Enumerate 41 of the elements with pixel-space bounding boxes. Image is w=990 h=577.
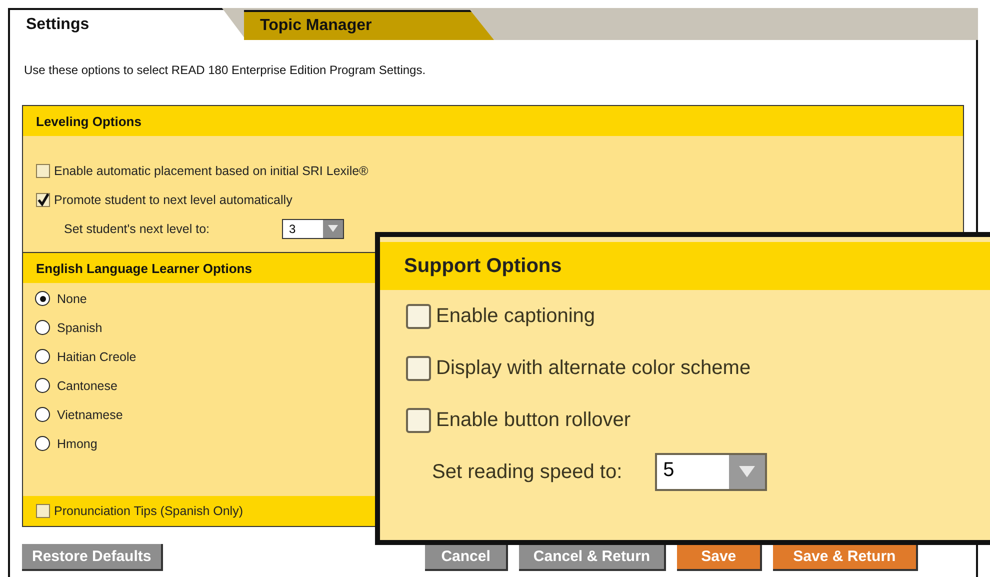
checkbox[interactable] [36,192,50,206]
checkbox-label: Enable button rollover [436,408,631,432]
radio-label: Hmong [57,436,98,450]
radio-label: Spanish [57,320,102,334]
next-level-dropdown[interactable]: 3 [282,218,344,238]
checkbox[interactable] [406,356,431,380]
radio-button[interactable] [35,291,50,306]
next-level-label: Set student's next level to: [64,222,211,236]
checkbox-label: Pronunciation Tips (Spanish Only) [54,504,243,518]
reading-speed-dropdown[interactable]: 5 [655,453,768,491]
radio-button[interactable] [35,378,50,393]
caret-icon [328,225,338,232]
tab[interactable]: Settings [8,8,246,40]
radio-label: Cantonese [57,378,118,392]
checkbox[interactable] [406,304,431,328]
reading-speed-label: Set reading speed to: [432,460,622,484]
action-button[interactable]: Save & Return [773,544,918,570]
radio-button[interactable] [35,407,50,422]
radio-button[interactable] [35,436,50,451]
checkbox[interactable] [406,408,431,432]
action-button[interactable]: Cancel [425,544,508,570]
checkbox-label: Display with alternate color scheme [436,356,751,380]
action-button[interactable]: Save [677,544,762,570]
radio-label: Vietnamese [57,408,123,422]
checkbox-label: Enable automatic placement based on initial SRI Lexile® [54,164,368,178]
restore-defaults-button[interactable]: Restore Defaults [22,544,164,570]
radio-label: Haitian Creole [57,350,136,364]
action-button[interactable]: Cancel & Return [519,544,666,570]
radio-label: None [57,292,87,306]
checkbox[interactable] [36,504,50,518]
tab[interactable]: Topic Manager [244,10,494,40]
section-title: Leveling Options [23,106,963,136]
description-text: Use these options to select READ 180 Enterprise Edition Program Settings. [23,62,427,79]
radio-button[interactable] [35,320,50,335]
radio-button[interactable] [35,349,50,364]
checkbox[interactable] [36,164,50,178]
checkbox-label: Enable captioning [436,304,596,328]
checkmark-icon [37,192,49,206]
callout-title: Support Options [380,242,990,290]
caret-icon [739,466,756,478]
checkbox-label: Promote student to next level automatically [54,192,292,206]
